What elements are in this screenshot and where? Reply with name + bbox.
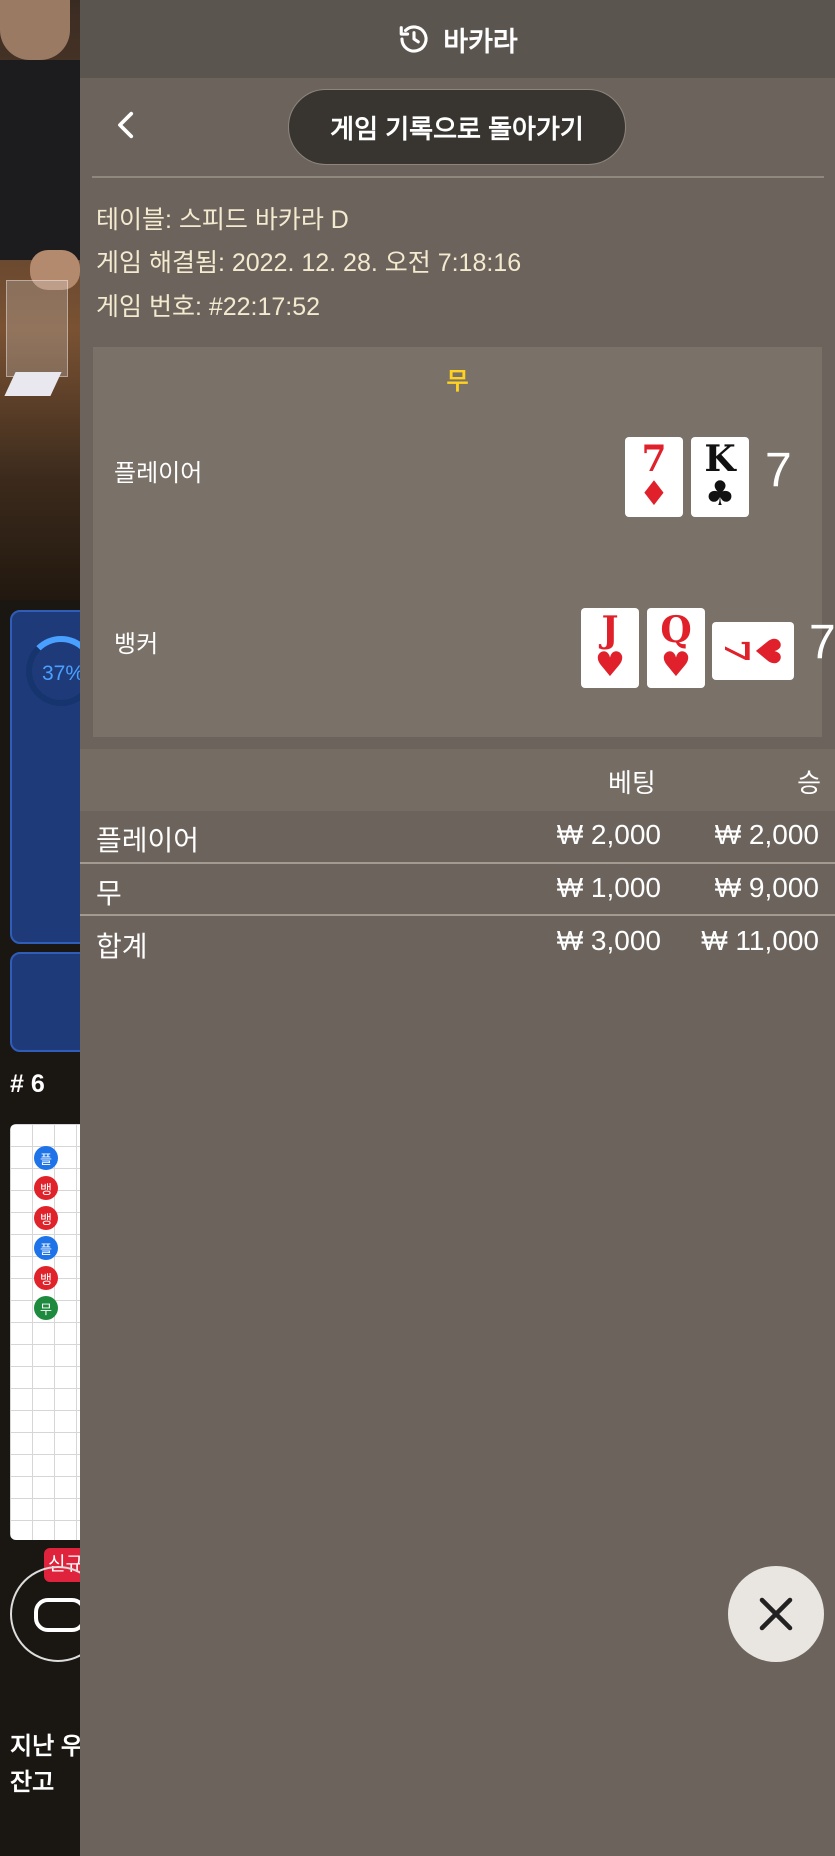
road-bead: 플: [34, 1236, 58, 1260]
banker-score: 7: [809, 616, 835, 669]
card-rank: K: [704, 438, 736, 480]
table-icon: [34, 1598, 86, 1632]
shoe-number: # 6: [10, 1070, 45, 1098]
dealer-image: [0, 0, 70, 60]
panel-title: 바카라: [443, 26, 518, 57]
outcome-label: 무: [446, 368, 469, 395]
win-amount: ₩ 2,000: [714, 819, 819, 850]
heart-icon: ♥: [594, 645, 626, 685]
total-win: ₩ 11,000: [701, 925, 819, 956]
win-amount: ₩ 9,000: [714, 872, 819, 903]
bet-amount: ₩ 1,000: [556, 872, 661, 903]
table-name: 테이블: 스피드 바카라 D: [96, 206, 349, 234]
bet-amount: ₩ 2,000: [556, 819, 661, 850]
back-to-history-button[interactable]: 게임 기록으로 돌아가기: [288, 89, 626, 165]
card-shoe: [6, 280, 68, 377]
player-card: K ♣: [691, 437, 749, 517]
road-bead: 플: [34, 1146, 58, 1170]
road-bead: 무: [34, 1296, 58, 1320]
bet-row: 플레이어 ₩ 2,000 ₩ 2,000: [80, 811, 835, 863]
card-rank: J: [601, 609, 619, 651]
bet-row: 무 ₩ 1,000 ₩ 9,000: [80, 864, 835, 916]
bet-total-row: 합계 ₩ 3,000 ₩ 11,000: [80, 917, 835, 969]
banker-third-card: 7 ♥: [712, 622, 794, 680]
road-bead: 뱅: [34, 1206, 58, 1230]
club-icon: ♣: [704, 474, 736, 514]
road-bead: 뱅: [34, 1266, 58, 1290]
player-label: 플레이어: [114, 460, 203, 487]
row-divider: [80, 914, 835, 916]
resolved-time: 게임 해결됨: 2022. 12. 28. 오전 7:18:16: [96, 249, 522, 277]
card-rank: 7: [641, 438, 667, 480]
history-icon: [399, 25, 428, 53]
player-card: 7 ♦: [625, 437, 683, 517]
bet-row-label: 무: [96, 878, 122, 909]
game-history-panel: 바카라 게임 기록으로 돌아가기 테이블: 스피드 바카라 D 게임 해결됨: …: [80, 0, 835, 1856]
bet-column-header: 베팅: [608, 768, 656, 798]
diamond-icon: ♦: [638, 474, 670, 514]
road-bead: 뱅: [34, 1176, 58, 1200]
bet-row-label: 플레이어: [96, 825, 200, 856]
win-column-header: 승: [797, 768, 821, 798]
balance-label: 잔고: [10, 1769, 55, 1796]
banker-label: 뱅커: [114, 631, 159, 658]
banker-card: J ♥: [581, 608, 639, 688]
heart-icon: ♥: [746, 635, 787, 667]
game-number: 게임 번호: #22:17:52: [96, 293, 321, 321]
round-result: 무 플레이어 7 ♦ K ♣ 7 뱅커 J ♥ Q ♥ 7 ♥ 7: [93, 347, 835, 737]
bets-header: 베팅 승: [80, 749, 835, 811]
close-icon: [759, 1597, 793, 1631]
player-score: 7: [765, 444, 792, 497]
dealer-body: [0, 60, 90, 260]
table-card: [4, 372, 62, 396]
close-button[interactable]: [728, 1566, 824, 1662]
banker-card: Q ♥: [647, 608, 705, 688]
stat-percent: 37%: [42, 662, 85, 685]
back-chevron-icon[interactable]: [110, 108, 144, 142]
panel-header: 바카라: [80, 0, 835, 78]
heart-icon: ♥: [660, 645, 692, 685]
divider: [92, 176, 824, 178]
total-label: 합계: [96, 931, 148, 962]
card-rank: Q: [660, 609, 692, 651]
total-bet: ₩ 3,000: [556, 925, 661, 956]
